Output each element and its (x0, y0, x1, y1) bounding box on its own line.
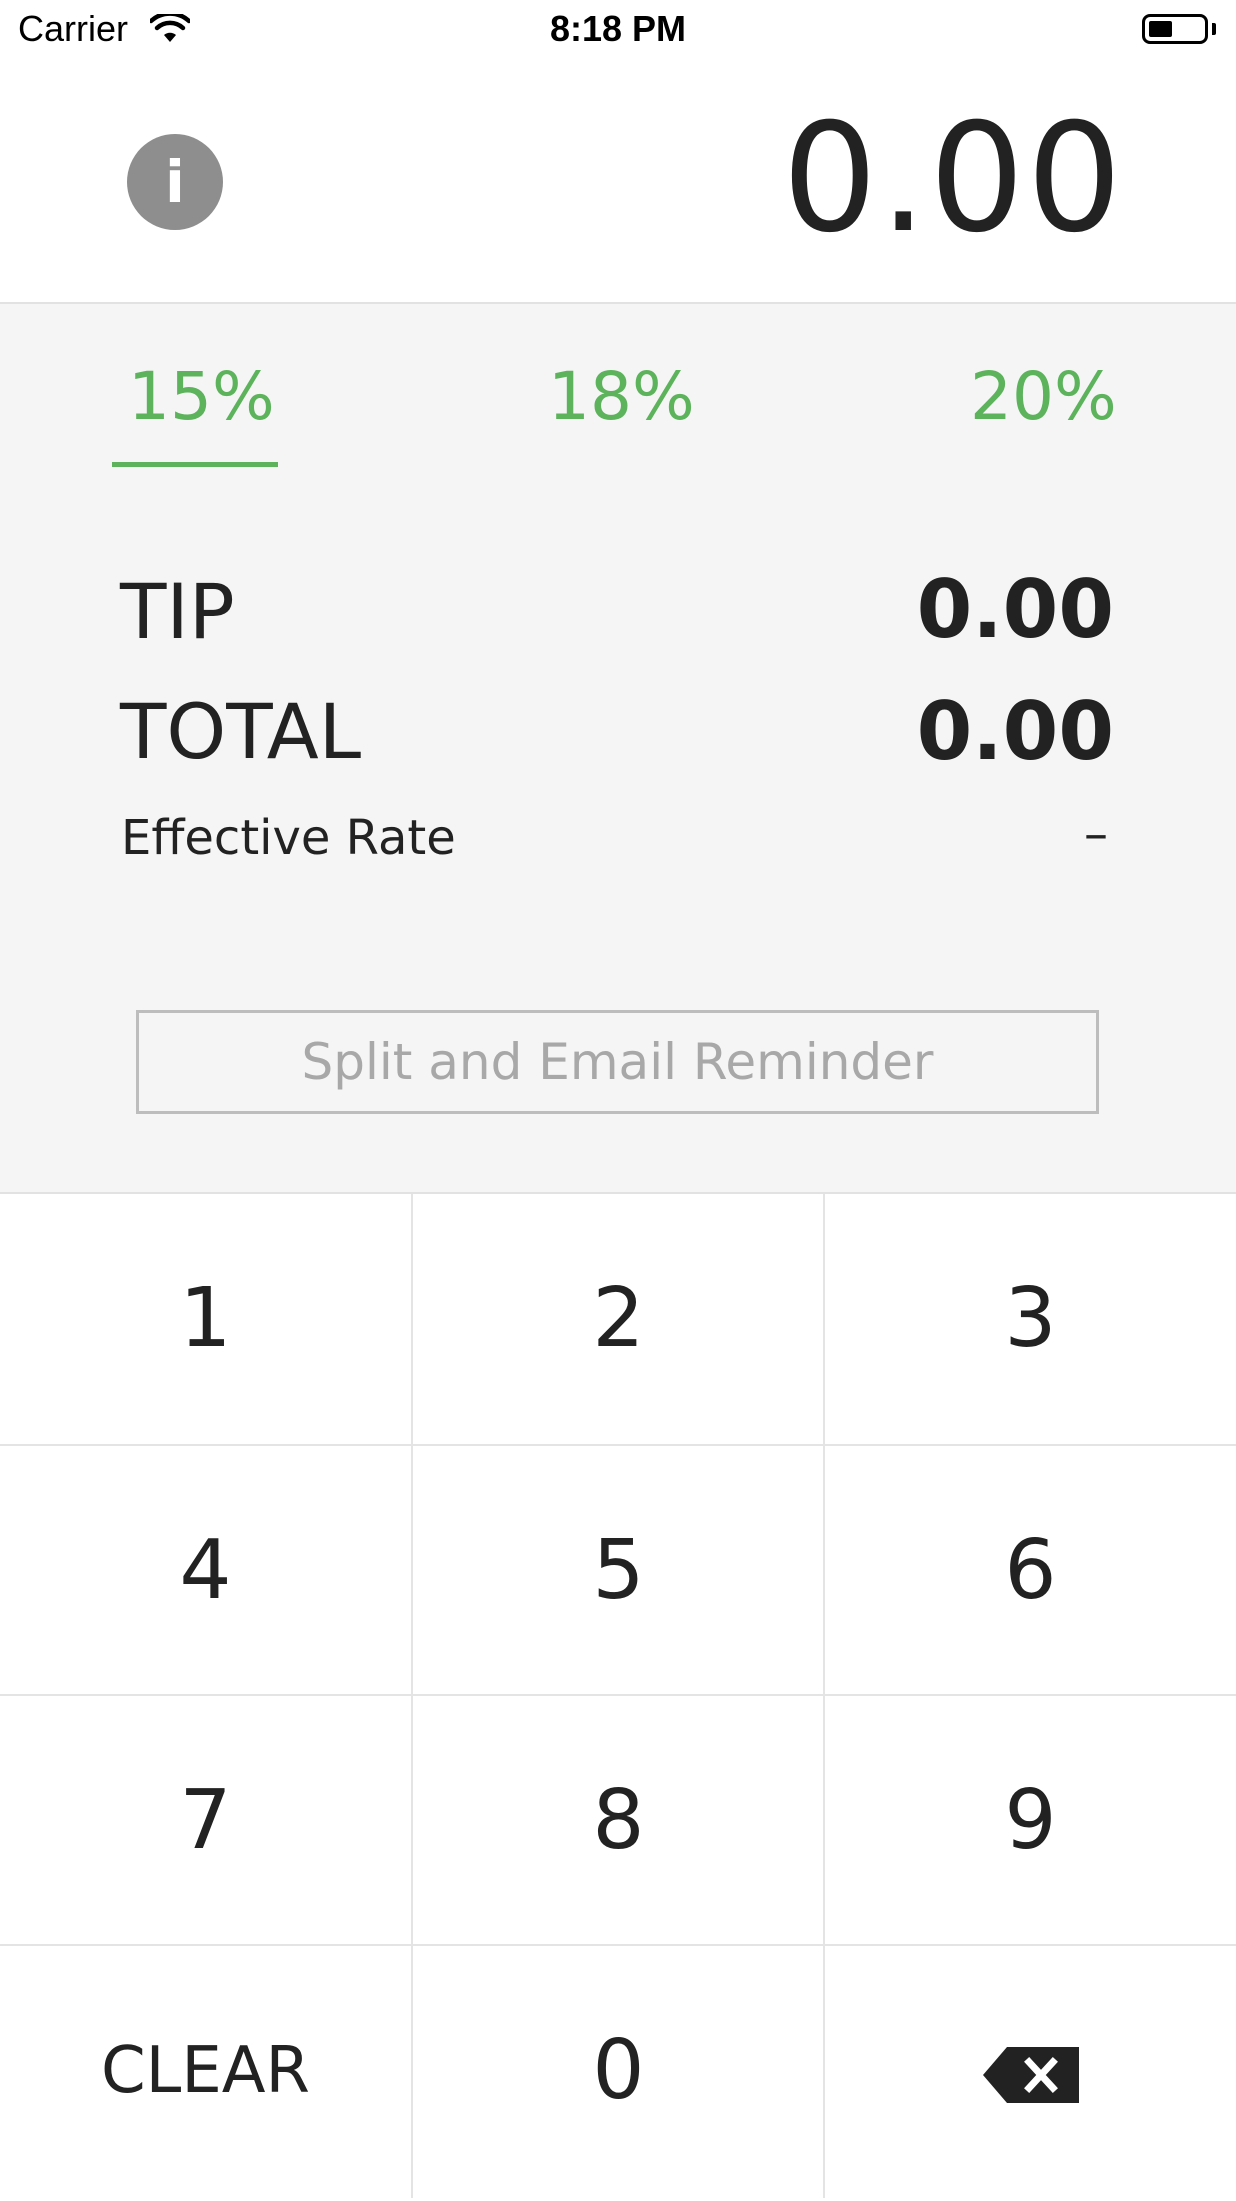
bill-header: i 0.00 (0, 62, 1236, 302)
battery-cap (1212, 23, 1216, 35)
effective-rate-value: – (1084, 806, 1108, 862)
total-label: TOTAL (120, 687, 362, 776)
tip-panel: 15% 18% 20% TIP 0.00 TOTAL 0.00 Effectiv… (0, 302, 1236, 1194)
key-1[interactable]: 1 (0, 1194, 411, 1444)
backspace-button[interactable] (825, 1946, 1236, 2196)
tip-value: 0.00 (916, 563, 1114, 656)
key-5[interactable]: 5 (413, 1446, 824, 1696)
key-9[interactable]: 9 (825, 1696, 1236, 1946)
status-bar: Carrier 8:18 PM (0, 0, 1236, 62)
tab-tip-15[interactable]: 15% (128, 364, 275, 430)
key-8[interactable]: 8 (413, 1696, 824, 1946)
tab-tip-20[interactable]: 20% (970, 364, 1117, 430)
tab-tip-18[interactable]: 18% (548, 364, 695, 430)
clock: 8:18 PM (549, 8, 687, 49)
total-value: 0.00 (916, 685, 1114, 778)
info-button[interactable]: i (127, 134, 223, 230)
keypad: 1 2 3 4 5 6 7 8 9 CLEAR 0 (0, 1194, 1236, 2198)
key-3[interactable]: 3 (825, 1194, 1236, 1444)
tip-label: TIP (120, 567, 235, 656)
battery-level (1149, 21, 1172, 37)
key-4[interactable]: 4 (0, 1446, 411, 1696)
key-2[interactable]: 2 (413, 1194, 824, 1444)
backspace-icon (982, 1951, 1079, 2201)
battery-icon (1142, 14, 1208, 44)
key-6[interactable]: 6 (825, 1446, 1236, 1696)
split-email-reminder-button[interactable]: Split and Email Reminder (136, 1010, 1099, 1114)
selected-tab-indicator (112, 462, 278, 467)
key-7[interactable]: 7 (0, 1696, 411, 1946)
key-0[interactable]: 0 (413, 1946, 824, 2196)
key-clear[interactable]: CLEAR (0, 1946, 411, 2196)
bill-amount-display: 0.00 (782, 92, 1124, 266)
effective-rate-label: Effective Rate (121, 810, 456, 866)
